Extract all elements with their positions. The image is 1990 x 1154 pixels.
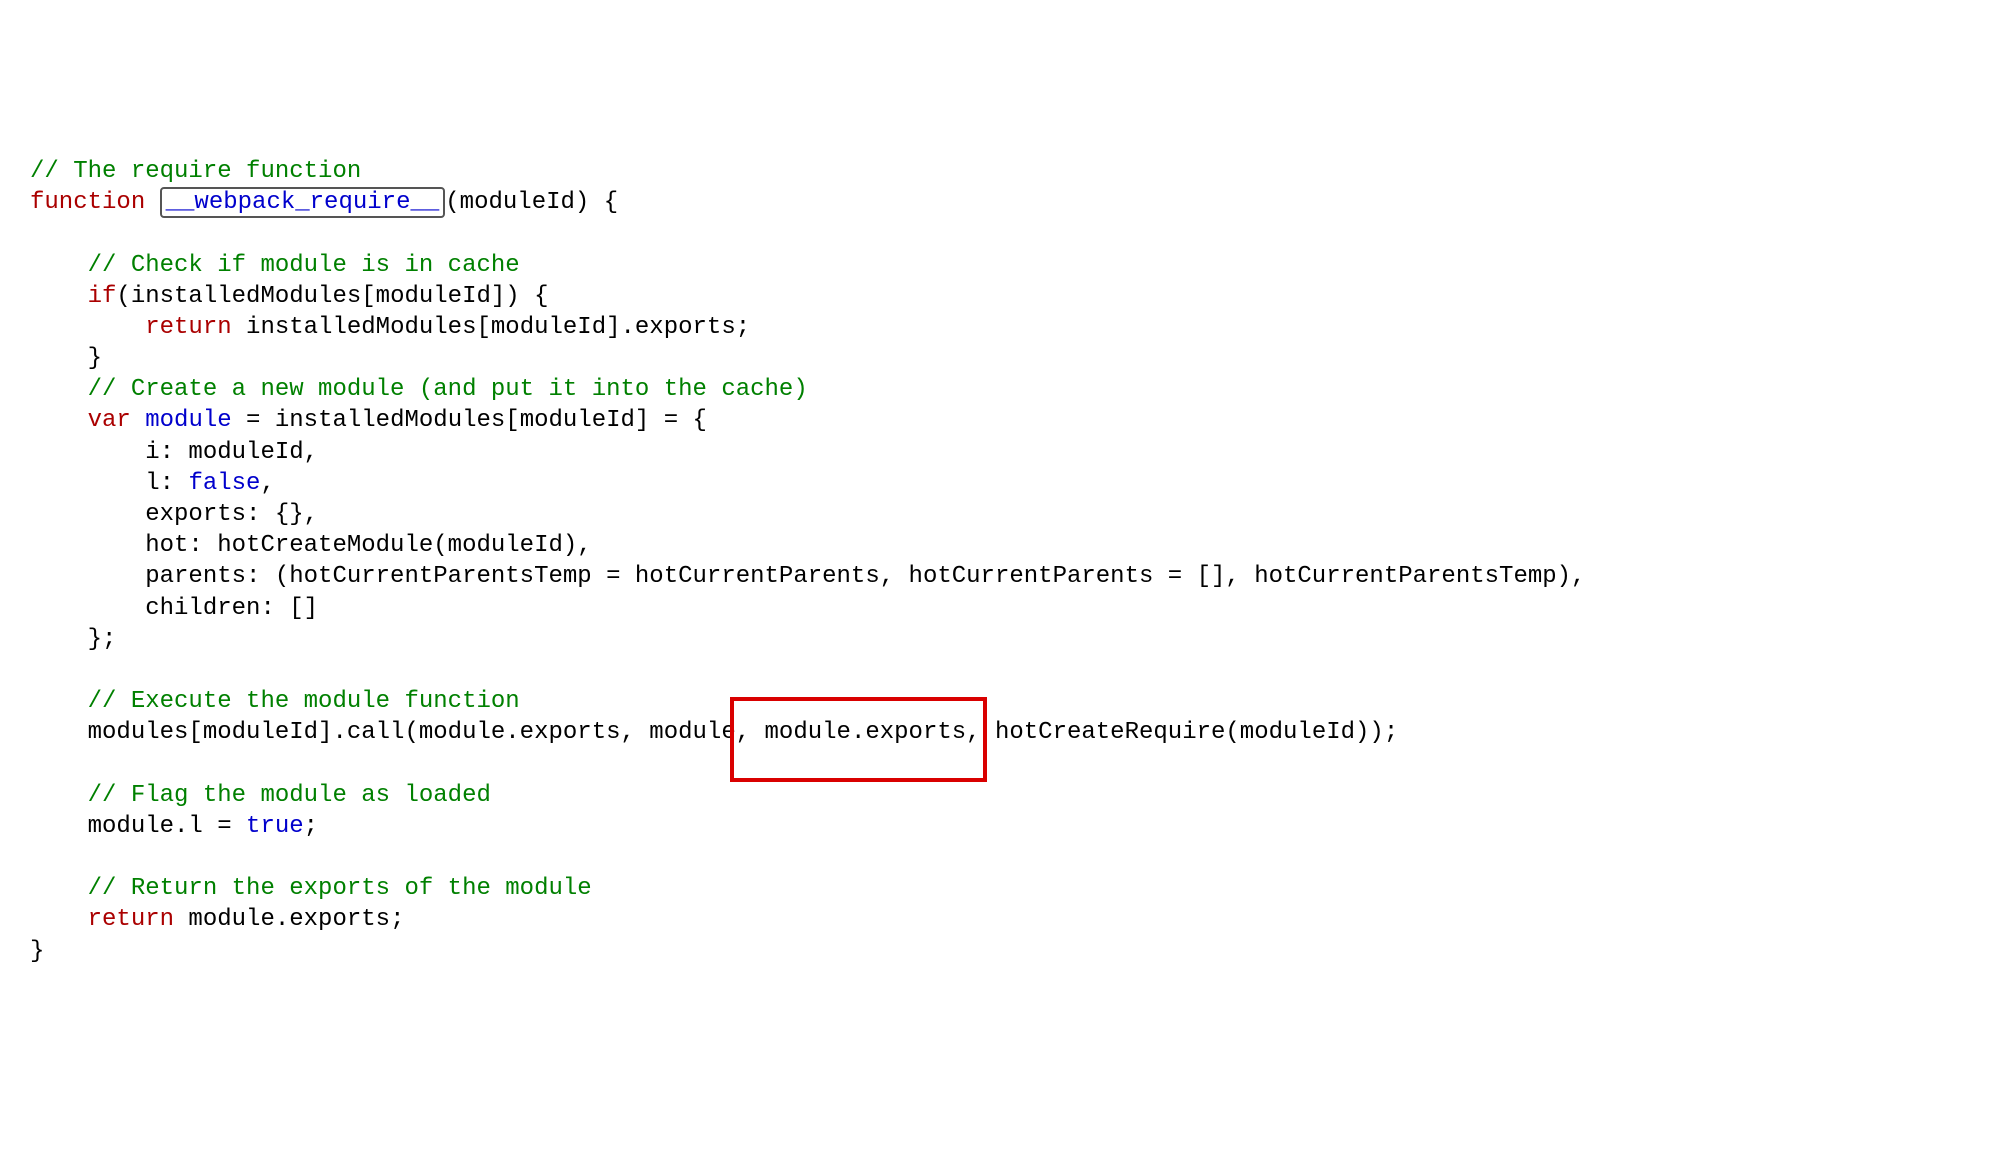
code-comment: // Create a new module (and put it into … — [88, 376, 808, 403]
code-text: }; — [88, 626, 117, 653]
keyword-var: var — [88, 407, 131, 434]
code-text: , — [260, 470, 274, 497]
code-text: = installedModules[moduleId] = { — [232, 407, 707, 434]
code-text: hot: hotCreateModule(moduleId), — [145, 532, 591, 559]
code-comment: // Flag the module as loaded — [88, 782, 491, 809]
keyword-function: function — [30, 189, 145, 216]
code-block: // The require function function __webpa… — [30, 125, 1960, 998]
code-text: installedModules[moduleId].exports; — [232, 314, 750, 341]
code-text: exports: {}, — [145, 501, 318, 528]
variable-module: module — [131, 407, 232, 434]
keyword-false: false — [188, 470, 260, 497]
keyword-if: if — [88, 283, 117, 310]
code-text: module.l = — [88, 813, 246, 840]
code-text: (moduleId) { — [445, 189, 618, 216]
function-name-highlighted: __webpack_require__ — [160, 187, 446, 218]
code-comment: // Return the exports of the module — [88, 875, 592, 902]
code-comment: // The require function — [30, 158, 361, 185]
code-text: hotCreateRequire(moduleId)); — [981, 719, 1399, 746]
code-text: l: — [145, 470, 188, 497]
code-text: module.exports; — [174, 906, 404, 933]
code-text: } — [88, 345, 102, 372]
highlighted-code-segment: , module.exports, — [736, 719, 981, 746]
code-comment: // Execute the module function — [88, 688, 520, 715]
keyword-return: return — [145, 314, 231, 341]
code-comment: // Check if module is in cache — [88, 252, 520, 279]
keyword-return: return — [88, 906, 174, 933]
code-text: parents: (hotCurrentParentsTemp = hotCur… — [145, 563, 1585, 590]
code-text: modules[moduleId].call(module.exports, m… — [88, 719, 736, 746]
keyword-true: true — [246, 813, 304, 840]
code-text: } — [30, 938, 44, 965]
code-text: ; — [304, 813, 318, 840]
code-text: children: [] — [145, 595, 318, 622]
code-text: (installedModules[moduleId]) { — [116, 283, 548, 310]
code-text: i: moduleId, — [145, 439, 318, 466]
